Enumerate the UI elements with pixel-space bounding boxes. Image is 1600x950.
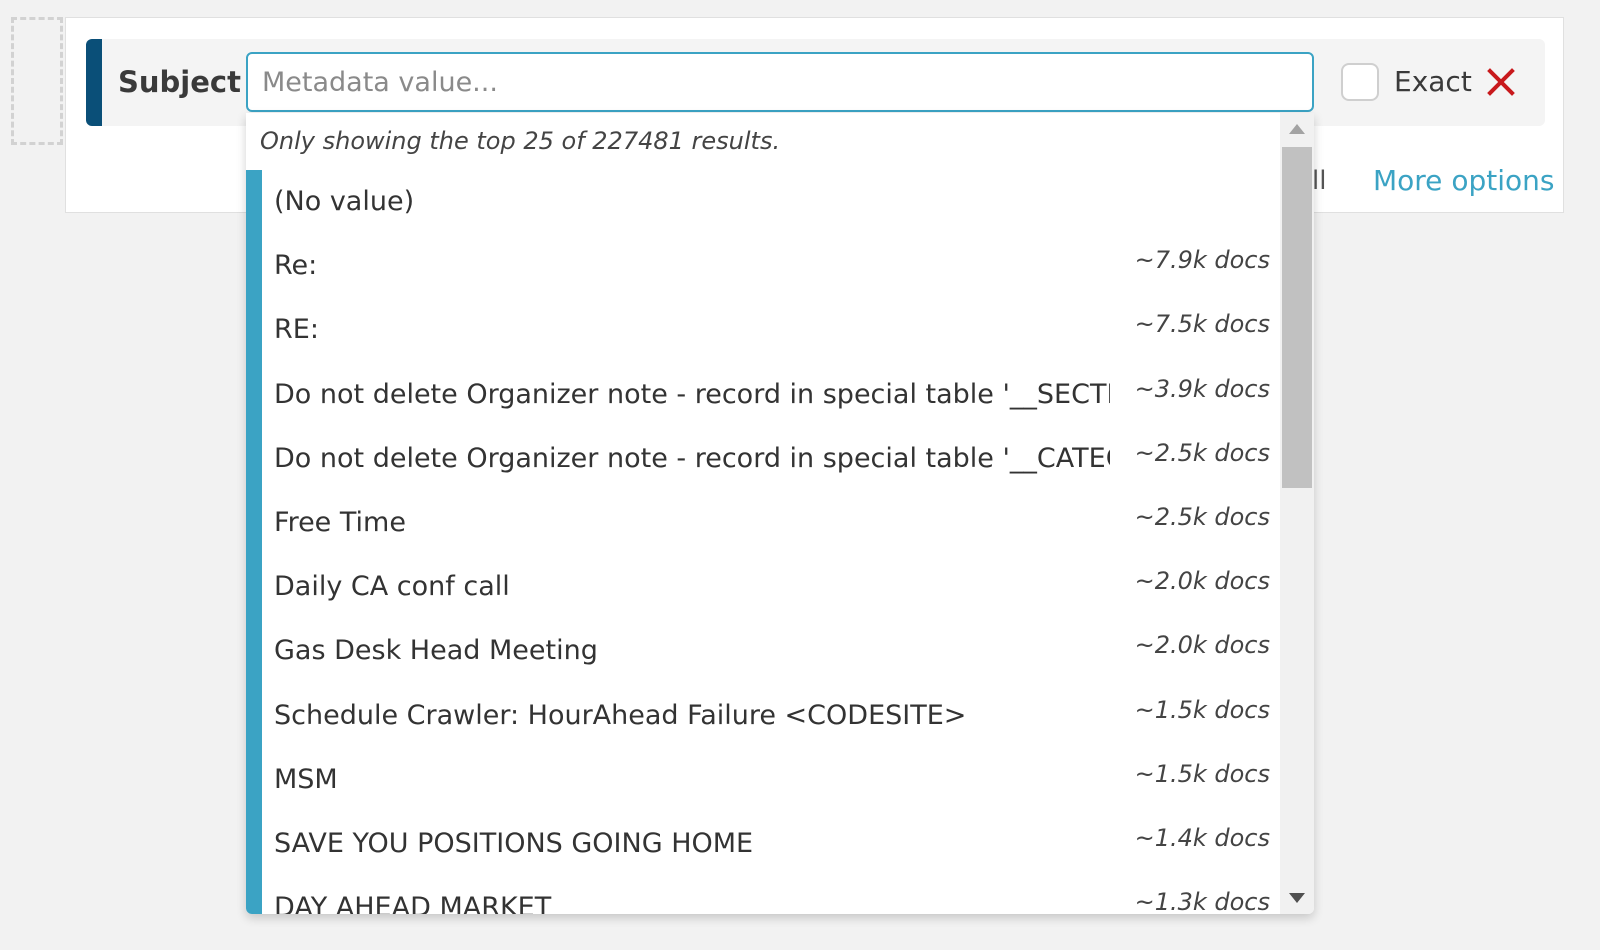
option-label: (No value): [274, 186, 415, 217]
field-label: Subject: [118, 65, 241, 99]
option-label: Schedule Crawler: HourAhead Failure <COD…: [274, 699, 967, 731]
more-options-link[interactable]: More options: [1373, 163, 1554, 199]
suggestion-option[interactable]: Do not delete Organizer note - record in…: [262, 427, 1280, 491]
exact-label: Exact: [1394, 65, 1472, 98]
suggestion-option[interactable]: (No value): [262, 170, 1280, 234]
suggestion-option[interactable]: RE: ~7.5k docs: [262, 298, 1280, 362]
metadata-value-input[interactable]: [246, 52, 1314, 112]
hidden-action-link[interactable]: ll: [1312, 166, 1326, 196]
drag-placeholder: [11, 17, 63, 145]
options-list: (No value) Re: ~7.9k docs RE: ~7.5k docs Do n…: [262, 170, 1280, 914]
option-doc-count: ~2.5k docs: [1134, 502, 1270, 531]
suggestion-option[interactable]: SAVE YOU POSITIONS GOING HOME ~1.4k docs: [262, 812, 1280, 876]
list-accent-bar: [246, 170, 262, 914]
exact-checkbox[interactable]: [1341, 63, 1379, 101]
option-label: SAVE YOU POSITIONS GOING HOME: [274, 827, 754, 859]
option-doc-count: ~1.3k docs: [1134, 888, 1270, 914]
option-doc-count: ~1.4k docs: [1134, 823, 1270, 852]
option-label: RE:: [274, 314, 319, 346]
suggestion-option[interactable]: MSM ~1.5k docs: [262, 748, 1280, 812]
option-label: Do not delete Organizer note - record in…: [274, 442, 1110, 474]
option-doc-count: ~7.5k docs: [1134, 310, 1270, 339]
suggestion-option[interactable]: Daily CA conf call ~2.0k docs: [262, 555, 1280, 619]
caret-up-icon[interactable]: [1280, 113, 1314, 145]
option-doc-count: ~3.9k docs: [1134, 374, 1270, 403]
value-suggestions-dropdown: Only showing the top 25 of 227481 result…: [246, 113, 1314, 914]
suggestion-option[interactable]: Re: ~7.9k docs: [262, 234, 1280, 298]
option-doc-count: ~2.0k docs: [1134, 631, 1270, 660]
option-label: Free Time: [274, 506, 406, 538]
suggestion-option[interactable]: Free Time ~2.5k docs: [262, 491, 1280, 555]
suggestion-option[interactable]: Gas Desk Head Meeting ~2.0k docs: [262, 619, 1280, 683]
option-doc-count: ~1.5k docs: [1134, 759, 1270, 788]
option-label: Daily CA conf call: [274, 571, 510, 603]
dropdown-scrollbar[interactable]: [1280, 113, 1314, 914]
option-label: Do not delete Organizer note - record in…: [274, 378, 1110, 410]
scroll-thumb[interactable]: [1282, 147, 1312, 488]
suggestion-option[interactable]: DAY AHEAD MARKET ~1.3k docs: [262, 876, 1280, 914]
option-label: MSM: [274, 763, 338, 795]
suggestion-option[interactable]: Do not delete Organizer note - record in…: [262, 363, 1280, 427]
option-doc-count: ~1.5k docs: [1134, 695, 1270, 724]
option-doc-count: ~2.0k docs: [1134, 567, 1270, 596]
results-note: Only showing the top 25 of 227481 result…: [260, 127, 781, 155]
caret-down-icon[interactable]: [1280, 882, 1314, 914]
option-label: Gas Desk Head Meeting: [274, 635, 598, 667]
filter-accent-bar: [86, 39, 102, 126]
option-doc-count: ~7.9k docs: [1134, 246, 1270, 275]
suggestion-option[interactable]: Schedule Crawler: HourAhead Failure <COD…: [262, 684, 1280, 748]
option-label: Re:: [274, 250, 318, 282]
option-doc-count: ~2.5k docs: [1134, 438, 1270, 467]
close-icon[interactable]: [1484, 64, 1518, 100]
option-label: DAY AHEAD MARKET: [274, 892, 552, 914]
